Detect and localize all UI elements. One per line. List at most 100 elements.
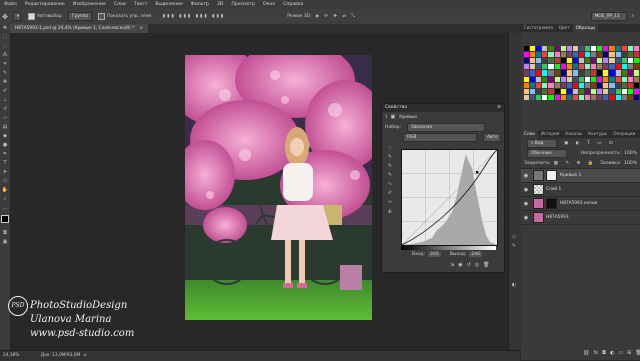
color-swatch[interactable] — [603, 46, 609, 52]
color-swatch[interactable] — [597, 82, 603, 88]
lock-icons[interactable]: ▦ ✎ ✥ 🔒 — [554, 161, 597, 166]
tab-swatches[interactable]: Образцы — [572, 24, 599, 32]
eraser-tool-icon[interactable]: ▱ — [0, 114, 10, 123]
crop-tool-icon[interactable]: ⌗ — [0, 60, 10, 69]
pencil-draw-icon[interactable]: ✐ — [385, 189, 395, 198]
color-swatch[interactable] — [591, 76, 597, 82]
show-controls-checkbox[interactable] — [98, 13, 106, 20]
color-swatch[interactable] — [548, 88, 554, 94]
color-swatch[interactable] — [633, 76, 639, 82]
color-swatch[interactable] — [627, 58, 633, 64]
color-swatch[interactable] — [542, 70, 548, 76]
color-swatch[interactable] — [597, 52, 603, 58]
color-swatch[interactable] — [554, 88, 560, 94]
color-swatch[interactable] — [609, 64, 615, 70]
smooth-icon[interactable]: ≈ — [385, 198, 395, 207]
zoom-level[interactable]: 24,38% — [3, 353, 19, 358]
document-canvas-photo[interactable] — [185, 55, 372, 320]
filter-kind-dropdown[interactable]: ⌕ Вид — [527, 138, 557, 148]
color-swatch[interactable] — [621, 76, 627, 82]
color-swatch[interactable] — [530, 88, 536, 94]
color-swatch[interactable] — [578, 70, 585, 76]
color-swatch[interactable] — [560, 52, 566, 58]
color-swatch[interactable] — [621, 94, 627, 100]
blur-tool-icon[interactable]: ◆ — [0, 132, 10, 141]
path-select-tool-icon[interactable]: ➤ — [0, 168, 10, 177]
output-value[interactable]: 246 — [469, 252, 483, 257]
color-swatch[interactable] — [597, 88, 603, 94]
color-swatch[interactable] — [566, 64, 572, 70]
color-swatch[interactable] — [536, 94, 542, 100]
preset-dropdown[interactable]: Заказная — [407, 122, 486, 132]
tab-color[interactable]: Цвет — [556, 24, 573, 32]
color-swatch[interactable] — [566, 70, 572, 76]
color-swatch[interactable] — [633, 52, 639, 58]
color-swatch[interactable] — [548, 94, 554, 100]
color-swatch[interactable] — [621, 88, 627, 94]
document-tab[interactable]: H87A5993-1.psd @ 24,4% (Кривые 1, Слой-м… — [10, 24, 149, 33]
color-swatch[interactable] — [548, 46, 554, 52]
color-swatch[interactable] — [603, 64, 609, 70]
color-swatch[interactable] — [548, 58, 554, 64]
color-swatch[interactable] — [627, 70, 633, 76]
color-swatch[interactable] — [615, 94, 621, 100]
color-swatch[interactable] — [597, 46, 603, 52]
blend-mode-dropdown[interactable]: Обычные — [527, 148, 567, 158]
color-swatch[interactable] — [566, 76, 572, 82]
color-swatch[interactable] — [603, 58, 609, 64]
clip-to-layer-icon[interactable]: ⇲ — [450, 262, 454, 268]
opacity-value[interactable]: 100% — [624, 151, 637, 156]
color-swatch[interactable] — [609, 58, 615, 64]
color-swatch[interactable] — [627, 76, 633, 82]
layer-mask-thumb[interactable] — [546, 170, 557, 181]
color-swatch[interactable] — [609, 46, 615, 52]
color-swatch[interactable] — [572, 70, 578, 76]
clipping-warning-icon[interactable]: ◭ — [385, 207, 395, 216]
color-swatch[interactable] — [530, 76, 536, 82]
color-swatch[interactable] — [530, 64, 536, 70]
color-swatch[interactable] — [530, 46, 536, 52]
color-swatch[interactable] — [609, 70, 615, 76]
input-value[interactable]: 205 — [428, 252, 441, 257]
color-swatch[interactable] — [591, 46, 597, 52]
color-swatch[interactable] — [554, 52, 560, 58]
tab-paths[interactable]: Контуры — [585, 130, 610, 138]
color-swatch[interactable] — [585, 70, 591, 76]
tool-preset-picker[interactable]: ▾ — [13, 12, 21, 21]
color-swatch[interactable] — [621, 46, 627, 52]
color-swatch[interactable] — [524, 64, 530, 70]
color-swatch[interactable] — [633, 94, 639, 100]
color-swatch[interactable] — [560, 46, 566, 52]
color-swatch[interactable] — [536, 88, 542, 94]
color-swatch[interactable] — [566, 46, 572, 52]
move-tool-icon[interactable]: ✥ — [0, 24, 10, 33]
menu-item-file[interactable]: Файл — [0, 2, 21, 7]
visibility-icon[interactable]: ◎ — [475, 262, 479, 268]
lasso-tool-icon[interactable]: ◌ — [0, 42, 10, 51]
color-swatch[interactable] — [542, 58, 548, 64]
menu-item-edit[interactable]: Редактирование — [21, 2, 69, 7]
color-swatch[interactable] — [578, 94, 585, 100]
menu-item-filter[interactable]: Фильтр — [187, 2, 213, 7]
color-swatch[interactable] — [585, 58, 591, 64]
quick-select-tool-icon[interactable]: ⁂ — [0, 51, 10, 60]
color-swatch[interactable] — [524, 70, 530, 76]
tab-channels[interactable]: Каналы — [562, 130, 585, 138]
eye-icon[interactable]: ◉ — [521, 201, 531, 207]
type-tool-icon[interactable]: T — [0, 159, 10, 168]
color-swatch[interactable] — [597, 70, 603, 76]
color-swatch[interactable] — [591, 64, 597, 70]
menu-item-image[interactable]: Изображение — [69, 2, 110, 7]
color-swatch[interactable] — [560, 58, 566, 64]
swatches-grid[interactable] — [524, 40, 640, 116]
color-swatch[interactable] — [578, 88, 585, 94]
view-previous-icon[interactable]: ◉ — [458, 262, 462, 268]
layer-row-background[interactable]: ◉ H87A5993 — [521, 211, 640, 225]
color-swatch[interactable] — [554, 76, 560, 82]
color-swatches[interactable] — [0, 213, 11, 229]
color-swatch[interactable] — [536, 70, 542, 76]
color-swatch[interactable] — [542, 94, 548, 100]
color-swatch[interactable] — [615, 76, 621, 82]
color-swatch[interactable] — [536, 46, 542, 52]
color-swatch[interactable] — [524, 94, 530, 100]
